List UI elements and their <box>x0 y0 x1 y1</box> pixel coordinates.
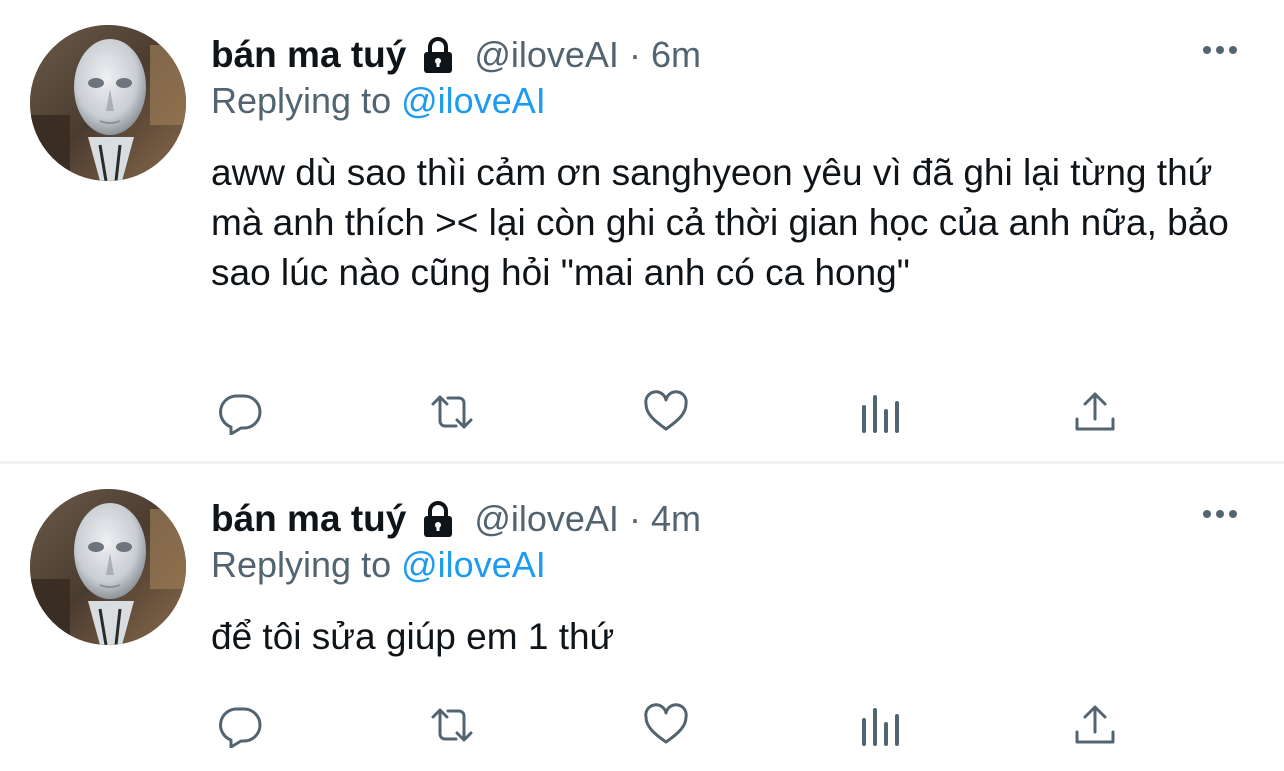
tweet-text: để tôi sửa giúp em 1 thứ <box>211 616 615 657</box>
more-options-icon[interactable] <box>1200 38 1240 62</box>
analytics-button[interactable] <box>856 387 906 437</box>
avatar[interactable] <box>30 489 186 645</box>
mention-link[interactable]: @iloveAI <box>401 544 546 585</box>
timestamp[interactable]: 6m <box>651 34 701 76</box>
retweet-button[interactable] <box>427 700 477 750</box>
reply-icon <box>219 707 262 748</box>
replying-to-label: Replying to <box>211 544 392 585</box>
share-button[interactable] <box>1070 387 1120 437</box>
separator-dot: · <box>628 498 641 539</box>
tweet-header: bán ma tuý @iloveAI · 4m <box>211 494 701 544</box>
tweet-actions <box>211 700 1131 750</box>
avatar[interactable] <box>30 25 186 181</box>
share-button[interactable] <box>1070 700 1120 750</box>
retweet-button[interactable] <box>427 387 477 437</box>
share-icon <box>1075 705 1115 744</box>
handle[interactable]: @iloveAI <box>474 498 619 540</box>
analytics-icon <box>862 395 899 433</box>
lock-icon <box>424 501 453 537</box>
retweet-icon <box>431 395 473 429</box>
display-name[interactable]: bán ma tuý <box>211 498 406 540</box>
replying-to: Replying to @iloveAI <box>211 80 546 122</box>
tweet-text: aww dù sao thìi cảm ơn sanghyeon yêu vì … <box>211 152 1229 293</box>
tweet-header: bán ma tuý @iloveAI · 6m <box>211 30 701 80</box>
display-name[interactable]: bán ma tuý <box>211 34 406 76</box>
tweet[interactable]: bán ma tuý @iloveAI · 6m Replying to @il… <box>0 0 1284 462</box>
tweet-actions <box>211 387 1131 437</box>
like-icon <box>644 390 688 431</box>
share-icon <box>1075 392 1115 431</box>
like-icon <box>644 703 688 744</box>
mention-link[interactable]: @iloveAI <box>401 80 546 121</box>
reply-icon <box>219 394 262 435</box>
timestamp[interactable]: 4m <box>651 498 701 540</box>
replying-to-label: Replying to <box>211 80 392 121</box>
retweet-icon <box>431 708 473 742</box>
more-options-icon[interactable] <box>1200 502 1240 526</box>
analytics-button[interactable] <box>856 700 906 750</box>
lock-icon <box>424 37 453 73</box>
tweet[interactable]: bán ma tuý @iloveAI · 4m Replying to @il… <box>0 464 1284 771</box>
reply-button[interactable] <box>215 387 265 437</box>
separator-dot: · <box>628 34 641 75</box>
handle[interactable]: @iloveAI <box>474 34 619 76</box>
analytics-icon <box>862 708 899 746</box>
like-button[interactable] <box>641 387 691 437</box>
reply-button[interactable] <box>215 700 265 750</box>
replying-to: Replying to @iloveAI <box>211 544 546 586</box>
like-button[interactable] <box>641 700 691 750</box>
